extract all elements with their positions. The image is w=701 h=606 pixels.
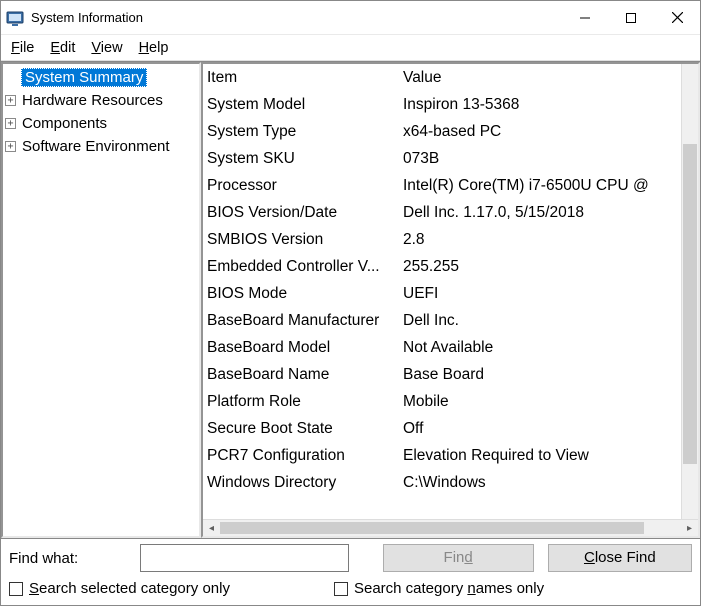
list-cell-item: Windows Directory: [203, 474, 399, 492]
tree-item-label: System Summary: [21, 68, 147, 87]
list-cell-value: x64-based PC: [399, 123, 681, 141]
list-cell-value: 255.255: [399, 258, 681, 276]
list-row[interactable]: Platform RoleMobile: [203, 388, 681, 415]
search-selected-category-label: Search selected category only: [29, 580, 230, 597]
search-category-names-checkbox[interactable]: [334, 582, 348, 596]
list-cell-item: Platform Role: [203, 393, 399, 411]
list-cell-item: PCR7 Configuration: [203, 447, 399, 465]
tree-item-label: Software Environment: [19, 138, 173, 155]
list-cell-item: Secure Boot State: [203, 420, 399, 438]
list-cell-item: BIOS Mode: [203, 285, 399, 303]
list-cell-item: System Model: [203, 96, 399, 114]
list-row[interactable]: SMBIOS Version2.8: [203, 226, 681, 253]
list-row[interactable]: System SKU073B: [203, 145, 681, 172]
list-cell-value: 073B: [399, 150, 681, 168]
list-cell-item: BIOS Version/Date: [203, 204, 399, 222]
menu-edit[interactable]: Edit: [44, 39, 81, 57]
minimize-button[interactable]: [562, 3, 608, 33]
list-row[interactable]: PCR7 ConfigurationElevation Required to …: [203, 442, 681, 469]
scroll-left-icon[interactable]: ◂: [203, 520, 220, 537]
list-cell-value: Off: [399, 420, 681, 438]
list-cell-value: Dell Inc.: [399, 312, 681, 330]
tree-item[interactable]: +Hardware Resources: [3, 89, 199, 112]
list-cell-item: System Type: [203, 123, 399, 141]
search-category-names-label: Search category names only: [354, 580, 544, 597]
list-row[interactable]: ProcessorIntel(R) Core(TM) i7-6500U CPU …: [203, 172, 681, 199]
column-header-item[interactable]: Item: [203, 69, 399, 87]
vertical-scrollbar[interactable]: [681, 64, 698, 519]
list-row[interactable]: BaseBoard ManufacturerDell Inc.: [203, 307, 681, 334]
maximize-button[interactable]: [608, 3, 654, 33]
list-cell-value: Inspiron 13-5368: [399, 96, 681, 114]
vertical-scrollbar-thumb[interactable]: [683, 144, 697, 464]
list-row[interactable]: System ModelInspiron 13-5368: [203, 91, 681, 118]
tree-item-label: Components: [19, 115, 110, 132]
list-cell-value: 2.8: [399, 231, 681, 249]
tree-item[interactable]: System Summary: [3, 66, 199, 89]
list-cell-value: Not Available: [399, 339, 681, 357]
list-cell-value: Base Board: [399, 366, 681, 384]
list-panel: ItemValueSystem ModelInspiron 13-5368Sys…: [201, 62, 700, 538]
close-find-button[interactable]: Close Find: [548, 544, 692, 572]
app-icon: [5, 8, 25, 28]
list-cell-item: BaseBoard Name: [203, 366, 399, 384]
menu-help[interactable]: Help: [133, 39, 175, 57]
list-row[interactable]: System Typex64-based PC: [203, 118, 681, 145]
search-selected-category-checkbox[interactable]: [9, 582, 23, 596]
list-cell-value: Mobile: [399, 393, 681, 411]
find-button[interactable]: Find: [383, 544, 534, 572]
tree-item[interactable]: +Components: [3, 112, 199, 135]
window-title: System Information: [31, 10, 143, 25]
menu-file[interactable]: File: [5, 39, 40, 57]
list-body[interactable]: ItemValueSystem ModelInspiron 13-5368Sys…: [203, 64, 681, 519]
find-input[interactable]: [140, 544, 349, 572]
list-cell-item: BaseBoard Manufacturer: [203, 312, 399, 330]
expand-icon[interactable]: +: [5, 141, 16, 152]
close-button[interactable]: [654, 3, 700, 33]
list-row[interactable]: BaseBoard ModelNot Available: [203, 334, 681, 361]
list-row[interactable]: BIOS Version/DateDell Inc. 1.17.0, 5/15/…: [203, 199, 681, 226]
tree-spacer: [7, 72, 18, 83]
tree-item[interactable]: +Software Environment: [3, 135, 199, 158]
scroll-right-icon[interactable]: ▸: [681, 520, 698, 537]
title-bar: System Information: [1, 1, 700, 35]
list-cell-value: C:\Windows: [399, 474, 681, 492]
list-cell-item: Processor: [203, 177, 399, 195]
horizontal-scrollbar[interactable]: ◂ ▸: [203, 519, 698, 536]
list-cell-item: Embedded Controller V...: [203, 258, 399, 276]
list-cell-item: SMBIOS Version: [203, 231, 399, 249]
list-row[interactable]: Windows DirectoryC:\Windows: [203, 469, 681, 496]
list-cell-item: BaseBoard Model: [203, 339, 399, 357]
list-cell-value: UEFI: [399, 285, 681, 303]
list-header-row[interactable]: ItemValue: [203, 64, 681, 91]
content-area: System Summary+Hardware Resources+Compon…: [1, 61, 700, 539]
menu-bar: File Edit View Help: [1, 35, 700, 61]
list-cell-value: Elevation Required to View: [399, 447, 681, 465]
tree-panel[interactable]: System Summary+Hardware Resources+Compon…: [1, 62, 201, 538]
list-row[interactable]: BIOS ModeUEFI: [203, 280, 681, 307]
list-cell-value: Dell Inc. 1.17.0, 5/15/2018: [399, 204, 681, 222]
list-cell-item: System SKU: [203, 150, 399, 168]
column-header-value[interactable]: Value: [399, 69, 681, 87]
menu-view[interactable]: View: [85, 39, 128, 57]
list-row[interactable]: Embedded Controller V...255.255: [203, 253, 681, 280]
find-label: Find what:: [9, 550, 136, 567]
list-cell-value: Intel(R) Core(TM) i7-6500U CPU @: [399, 177, 681, 195]
tree-item-label: Hardware Resources: [19, 92, 166, 109]
find-panel: Find what: Find Close Find Search select…: [1, 539, 700, 605]
list-row[interactable]: BaseBoard NameBase Board: [203, 361, 681, 388]
list-row[interactable]: Secure Boot StateOff: [203, 415, 681, 442]
expand-icon[interactable]: +: [5, 118, 16, 129]
expand-icon[interactable]: +: [5, 95, 16, 106]
horizontal-scrollbar-thumb[interactable]: [220, 522, 644, 534]
